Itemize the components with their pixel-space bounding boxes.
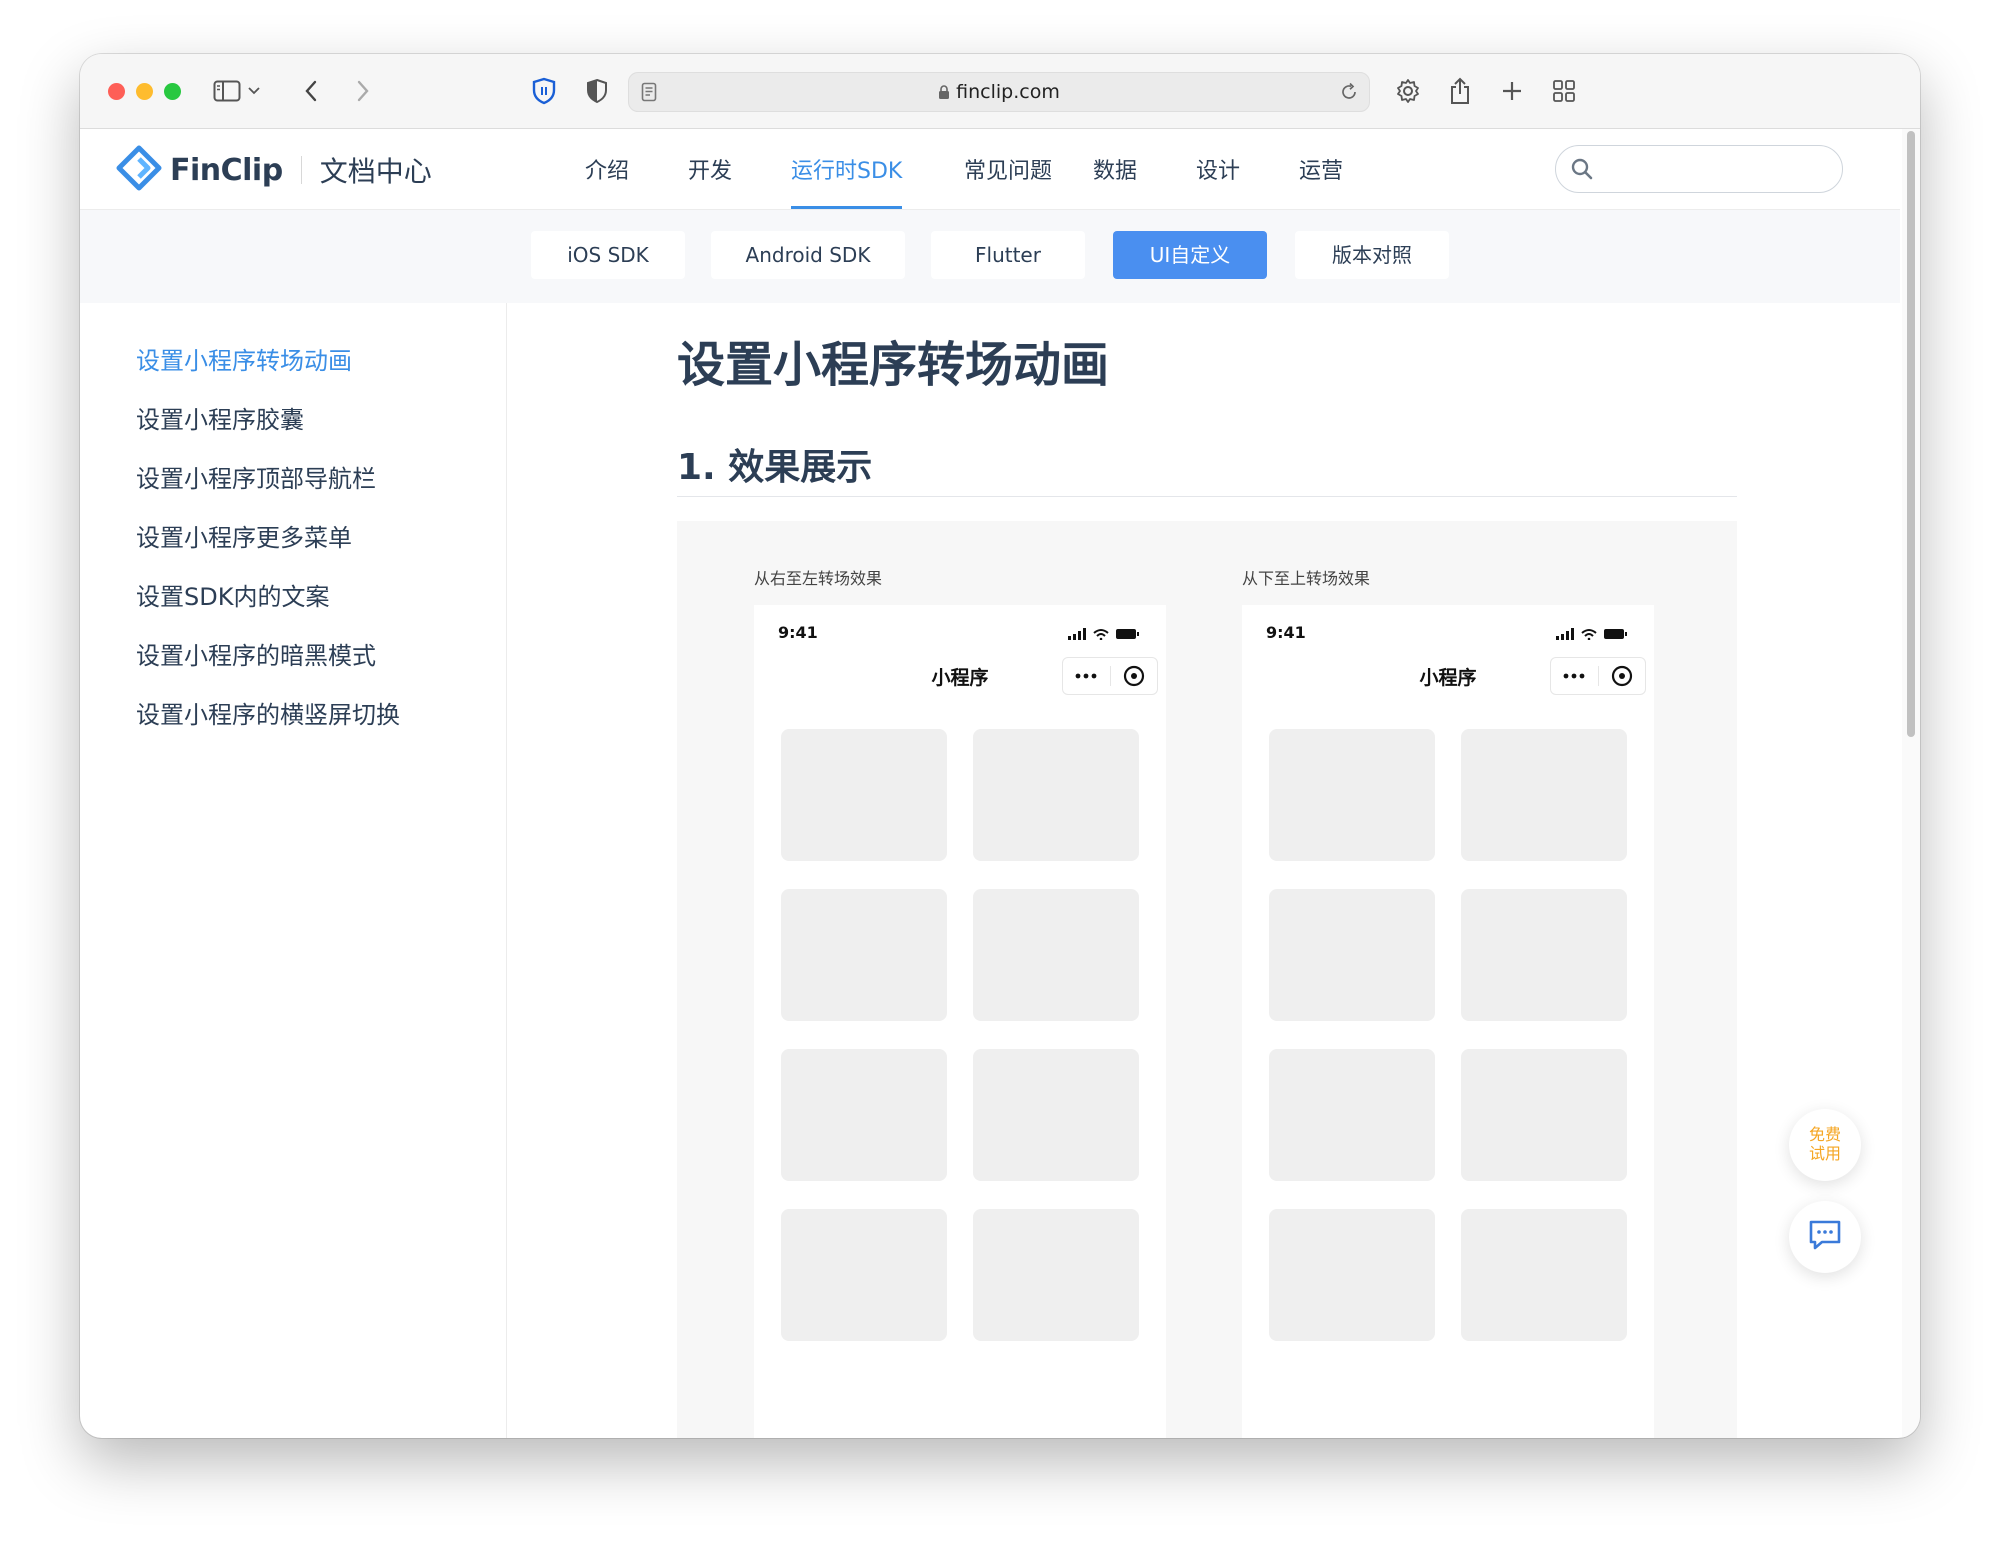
close-circle-icon[interactable] xyxy=(1599,658,1645,694)
forward-icon[interactable] xyxy=(346,74,380,108)
doc-sidebar: 设置小程序转场动画 设置小程序胶囊 设置小程序顶部导航栏 设置小程序更多菜单 设… xyxy=(80,303,507,1438)
sidebar-item-navigation-bar[interactable]: 设置小程序顶部导航栏 xyxy=(136,459,376,494)
logo-subtitle: 文档中心 xyxy=(319,155,432,188)
placeholder-tile xyxy=(781,1209,947,1341)
logo-divider xyxy=(300,156,302,184)
placeholder-tile xyxy=(973,889,1139,1021)
demo-caption-right-to-left: 从右至左转场效果 xyxy=(754,569,883,588)
nav-item-runtime-sdk[interactable]: 运行时SDK xyxy=(791,129,903,209)
phone-mockup-bottom-to-top: 9:41 小程序 xyxy=(1242,605,1654,1438)
free-trial-label-line2: 试用 xyxy=(1808,1144,1841,1163)
close-circle-icon[interactable] xyxy=(1111,658,1157,694)
placeholder-tile xyxy=(1461,889,1627,1021)
subtab-android-sdk[interactable]: Android SDK xyxy=(711,231,905,279)
search-box[interactable] xyxy=(1555,145,1843,193)
privacy-shield-icon[interactable] xyxy=(580,74,614,108)
new-tab-icon[interactable] xyxy=(1495,74,1529,108)
section-title: 1. 效果展示 xyxy=(677,447,873,488)
lock-icon xyxy=(938,75,950,113)
password-shield-icon[interactable] xyxy=(527,74,561,108)
scrollbar-thumb[interactable] xyxy=(1907,131,1915,737)
chevron-down-icon[interactable] xyxy=(244,74,264,108)
subtab-ios-sdk[interactable]: iOS SDK xyxy=(531,231,685,279)
more-dots-icon[interactable] xyxy=(1551,658,1597,694)
finclip-logo-icon xyxy=(116,145,162,195)
page-scrollbar[interactable] xyxy=(1902,129,1920,1438)
tab-overview-icon[interactable] xyxy=(1547,74,1581,108)
close-window-button[interactable] xyxy=(108,83,125,100)
minimize-window-button[interactable] xyxy=(136,83,153,100)
free-trial-label-line1: 免费 xyxy=(1808,1125,1841,1144)
chat-button[interactable] xyxy=(1789,1201,1861,1273)
search-input[interactable] xyxy=(1604,154,1828,184)
sidebar-item-orientation[interactable]: 设置小程序的横竖屏切换 xyxy=(136,695,400,730)
nav-item-operations[interactable]: 运营 xyxy=(1299,129,1343,209)
more-dots-icon[interactable] xyxy=(1063,658,1109,694)
site-header: FinClip 文档中心 介绍 开发 运行时SDK 常见问题 数据 设计 运营 xyxy=(80,129,1900,210)
capsule-button xyxy=(1550,657,1646,695)
address-bar[interactable]: finclip.com xyxy=(628,72,1370,112)
url-text: finclip.com xyxy=(629,73,1369,111)
nav-item-design[interactable]: 设计 xyxy=(1196,129,1240,209)
page-title: 设置小程序转场动画 xyxy=(677,337,1110,393)
reload-icon[interactable] xyxy=(1339,82,1359,106)
placeholder-tile xyxy=(973,1049,1139,1181)
browser-toolbar: finclip.com xyxy=(80,54,1920,129)
placeholder-tile xyxy=(1461,729,1627,861)
placeholder-tile xyxy=(1461,1049,1627,1181)
sidebar-item-dark-mode[interactable]: 设置小程序的暗黑模式 xyxy=(136,636,376,671)
sidebar-toggle-icon[interactable] xyxy=(210,74,244,108)
subtab-flutter[interactable]: Flutter xyxy=(931,231,1085,279)
back-icon[interactable] xyxy=(294,74,328,108)
subtab-version-compare[interactable]: 版本对照 xyxy=(1295,231,1449,279)
sidebar-item-more-menu[interactable]: 设置小程序更多菜单 xyxy=(136,518,352,553)
nav-item-data[interactable]: 数据 xyxy=(1093,129,1137,209)
url-value: finclip.com xyxy=(956,81,1060,103)
status-time: 9:41 xyxy=(778,623,818,642)
search-icon[interactable] xyxy=(1570,157,1594,185)
capsule-button xyxy=(1062,657,1158,695)
placeholder-tile xyxy=(781,1049,947,1181)
status-bar-icons xyxy=(1556,625,1628,644)
share-icon[interactable] xyxy=(1443,74,1477,108)
placeholder-tile xyxy=(1269,889,1435,1021)
placeholder-tile xyxy=(973,1209,1139,1341)
sidebar-item-transition-animation[interactable]: 设置小程序转场动画 xyxy=(136,341,352,376)
section-divider xyxy=(677,496,1737,497)
demo-panel: 从右至左转场效果 9:41 小程序 从下至上转场效果 9:41 小程序 xyxy=(677,521,1737,1438)
logo-text: FinClip xyxy=(170,152,283,188)
nav-item-faq[interactable]: 常见问题 xyxy=(964,129,1052,209)
settings-gear-icon[interactable] xyxy=(1391,74,1425,108)
finclip-logo[interactable]: FinClip 文档中心 xyxy=(116,145,432,195)
sidebar-item-sdk-text[interactable]: 设置SDK内的文案 xyxy=(136,577,329,612)
browser-window: finclip.com FinClip 文档中心 介绍 开发 运行时SDK 常见… xyxy=(80,54,1920,1438)
chat-bubble-icon xyxy=(1808,1219,1842,1255)
placeholder-tile xyxy=(1461,1209,1627,1341)
status-time: 9:41 xyxy=(1266,623,1306,642)
placeholder-tile xyxy=(1269,1049,1435,1181)
placeholder-tile xyxy=(1269,729,1435,861)
placeholder-tile xyxy=(973,729,1139,861)
placeholder-tile xyxy=(1269,1209,1435,1341)
status-bar-icons xyxy=(1068,625,1140,644)
nav-item-intro[interactable]: 介绍 xyxy=(585,129,629,209)
subtab-ui-customize[interactable]: UI自定义 xyxy=(1113,231,1267,279)
placeholder-tile xyxy=(781,729,947,861)
placeholder-tile xyxy=(781,889,947,1021)
nav-item-develop[interactable]: 开发 xyxy=(688,129,732,209)
sidebar-item-capsule[interactable]: 设置小程序胶囊 xyxy=(136,400,304,435)
phone-mockup-right-to-left: 9:41 小程序 xyxy=(754,605,1166,1438)
demo-caption-bottom-to-top: 从下至上转场效果 xyxy=(1242,569,1371,588)
sdk-subtabs: iOS SDK Android SDK Flutter UI自定义 版本对照 xyxy=(80,210,1900,303)
free-trial-button[interactable]: 免费 试用 xyxy=(1789,1109,1861,1181)
zoom-window-button[interactable] xyxy=(164,83,181,100)
